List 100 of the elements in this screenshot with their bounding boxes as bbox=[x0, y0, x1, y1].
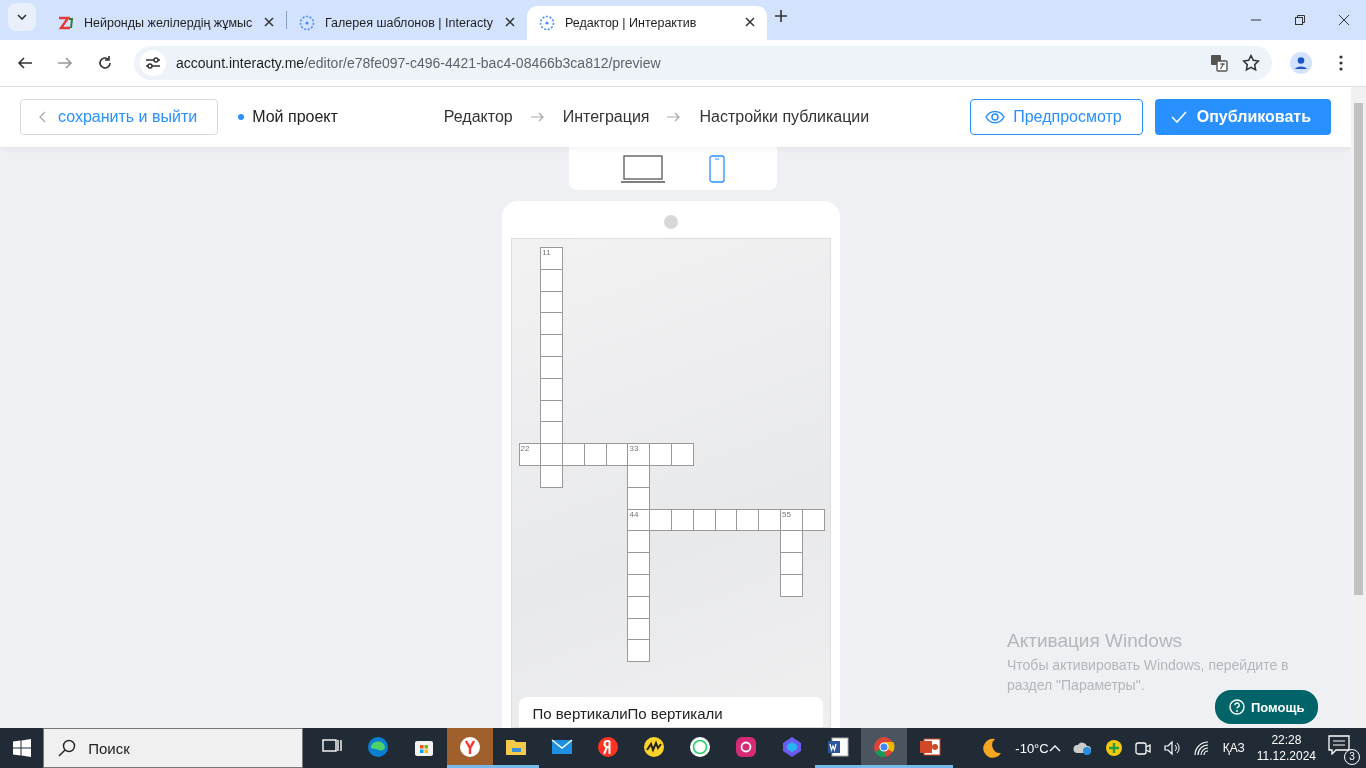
clock-date[interactable]: 11.12.2024 bbox=[1256, 748, 1316, 764]
laptop-icon[interactable] bbox=[620, 154, 665, 183]
forward-arrow-icon[interactable] bbox=[57, 55, 73, 71]
activation-title: Активация Windows bbox=[1007, 630, 1184, 652]
crossword-cell[interactable] bbox=[540, 268, 564, 292]
crossword-cell[interactable]: 55 bbox=[780, 508, 803, 532]
crossword-cell[interactable] bbox=[627, 530, 651, 554]
crossword-cell[interactable] bbox=[649, 508, 673, 532]
url-text: account.interacty.me/editor/e78fe097-c496-4421-bac4-08466b3ca812/preview bbox=[176, 55, 661, 71]
crossword-cell[interactable] bbox=[540, 421, 564, 445]
back-arrow-icon[interactable] bbox=[17, 55, 33, 71]
word-document-icon bbox=[826, 734, 851, 759]
crossword-cell[interactable]: 33 bbox=[627, 443, 651, 466]
crossword-cell[interactable] bbox=[540, 464, 564, 488]
language-indicator[interactable]: ҚАЗ bbox=[1222, 741, 1245, 755]
crossword-cell[interactable] bbox=[780, 573, 803, 597]
address-bar[interactable]: account.interacty.me/editor/e78fe097-c496-4421-bac4-08466b3ca812/preview bbox=[134, 46, 1272, 80]
z-logo-icon bbox=[58, 15, 74, 31]
phone-icon[interactable] bbox=[708, 154, 725, 183]
browser-tab[interactable]: Нейронды желілердің жұмыс bbox=[46, 6, 286, 40]
restore-icon[interactable] bbox=[1295, 15, 1305, 25]
taskbar-search-field[interactable]: Поиск bbox=[43, 728, 304, 768]
notification-icon[interactable] bbox=[1328, 735, 1350, 755]
crossword-cell[interactable]: 11 bbox=[540, 247, 564, 270]
tab-title: Редактор | Интерактив bbox=[565, 16, 698, 30]
chevron-up-icon[interactable] bbox=[1048, 744, 1061, 752]
camera-app-icon bbox=[734, 734, 759, 759]
crossword-cell[interactable] bbox=[540, 312, 564, 336]
crossword-cell[interactable] bbox=[758, 508, 782, 532]
eye-icon bbox=[985, 110, 1006, 124]
browser-tab[interactable]: Галерея шаблонов | Interacty bbox=[287, 6, 527, 40]
crossword-cell[interactable] bbox=[540, 377, 564, 401]
clue-number: 33 bbox=[629, 444, 639, 454]
speaker-icon[interactable] bbox=[1162, 740, 1181, 756]
crossword-cell[interactable] bbox=[780, 552, 803, 575]
crossword-cell[interactable] bbox=[627, 595, 651, 619]
crossword-cell[interactable] bbox=[649, 443, 673, 466]
reload-icon[interactable] bbox=[97, 55, 113, 71]
crossword-cell[interactable] bbox=[627, 552, 651, 575]
translate-icon[interactable] bbox=[1210, 54, 1228, 72]
close-icon bbox=[264, 17, 274, 27]
clock-time[interactable]: 22:28 bbox=[1271, 732, 1302, 748]
project-name: Мой проект bbox=[252, 108, 338, 126]
crossword-cell[interactable] bbox=[540, 334, 564, 357]
step-link[interactable]: Интеграция bbox=[562, 108, 650, 126]
crossword-cell[interactable] bbox=[671, 508, 694, 532]
notification-count: 3 bbox=[1344, 749, 1360, 765]
profile-icon[interactable] bbox=[1290, 52, 1312, 74]
tab-search-button[interactable] bbox=[8, 3, 36, 31]
crossword-cell[interactable] bbox=[562, 443, 585, 466]
more-menu-icon[interactable] bbox=[1339, 55, 1343, 71]
crossword-cell[interactable] bbox=[736, 508, 760, 532]
crossword-cell[interactable] bbox=[671, 443, 694, 466]
crossword-cell[interactable] bbox=[627, 639, 651, 663]
moon-icon bbox=[981, 737, 1004, 759]
ya-circle-icon bbox=[596, 734, 621, 759]
camera-icon[interactable] bbox=[1134, 740, 1151, 756]
crossword-cell[interactable] bbox=[627, 573, 651, 597]
windows-start-icon[interactable] bbox=[12, 739, 31, 757]
y-browser-icon bbox=[458, 734, 483, 759]
scrollbar-thumb[interactable] bbox=[1354, 103, 1363, 595]
crossword-cell[interactable] bbox=[627, 464, 651, 488]
site-settings-icon[interactable] bbox=[145, 56, 161, 70]
spinner-icon bbox=[539, 15, 555, 31]
step-link[interactable]: Настройки публикации bbox=[699, 108, 870, 126]
tab-title: Галерея шаблонов | Interacty bbox=[325, 16, 494, 30]
crossword-cell[interactable] bbox=[801, 508, 825, 532]
browser-tab[interactable]: Редактор | Интерактив bbox=[527, 6, 767, 40]
clue-number: 11 bbox=[542, 248, 551, 257]
close-icon bbox=[745, 17, 755, 27]
search-icon bbox=[58, 739, 77, 757]
chevron-down-icon bbox=[17, 14, 27, 20]
chrome-icon bbox=[872, 734, 897, 759]
question-icon bbox=[1229, 699, 1245, 715]
crossword-cell[interactable] bbox=[583, 443, 607, 466]
bookmark-star-icon[interactable] bbox=[1242, 54, 1260, 72]
close-icon[interactable] bbox=[1339, 15, 1349, 25]
arrow-right-icon bbox=[530, 112, 545, 122]
crossword-cell[interactable] bbox=[540, 356, 564, 379]
plus-circle-icon[interactable] bbox=[1104, 739, 1123, 757]
camera-dot bbox=[663, 215, 678, 229]
search-placeholder: Поиск bbox=[88, 739, 130, 757]
help-button[interactable]: Помощь bbox=[1215, 690, 1319, 724]
arrow-right-icon bbox=[667, 112, 682, 122]
spinner-icon bbox=[299, 15, 315, 31]
clue-number: 22 bbox=[520, 444, 530, 454]
chevron-left-icon bbox=[39, 111, 46, 123]
close-icon bbox=[505, 17, 515, 27]
clue-number: 44 bbox=[629, 509, 639, 519]
checkmark-icon bbox=[1170, 111, 1187, 123]
crossword-cell[interactable]: 22 bbox=[518, 443, 542, 466]
step-link[interactable]: Редактор bbox=[443, 108, 513, 126]
crossword-cell[interactable] bbox=[692, 508, 716, 532]
wifi-icon[interactable] bbox=[1192, 740, 1211, 756]
new-tab-icon[interactable] bbox=[775, 10, 787, 22]
tab-title: Нейронды желілердің жұмыс bbox=[84, 16, 254, 30]
status-dot bbox=[238, 114, 245, 120]
cloud-sync-icon[interactable] bbox=[1072, 740, 1093, 756]
crossword-cell[interactable] bbox=[627, 486, 651, 510]
crossword-cell[interactable] bbox=[780, 530, 803, 554]
